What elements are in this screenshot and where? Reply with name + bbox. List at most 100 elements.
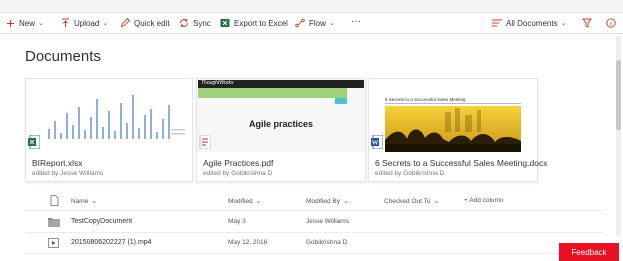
column-header-modified-by[interactable]: Modified By ⌄ — [306, 197, 349, 205]
flow-button[interactable]: Flow ⌄ — [295, 16, 335, 30]
file-tile[interactable]: ThoughtWorks Agile practices Agile Pract… — [196, 78, 366, 182]
column-label: Modified — [228, 198, 253, 205]
table-row[interactable]: 20150806202227 (1).mp4 May 12, 2016 Gobi… — [25, 233, 603, 254]
chart-thumbnail-bar — [102, 127, 104, 139]
chart-thumbnail-bar — [126, 123, 128, 139]
filter-button[interactable] — [582, 16, 596, 30]
slide-brand-bar: ThoughtWorks — [198, 80, 364, 88]
video-file-icon — [48, 238, 59, 250]
feedback-button[interactable]: Feedback — [559, 243, 619, 261]
slide-title: Agile practices — [248, 119, 314, 129]
sync-label: Sync — [193, 18, 211, 28]
column-label: Checked Out To — [384, 198, 431, 205]
folder-icon — [48, 217, 60, 229]
chevron-down-icon: ⌄ — [91, 198, 98, 205]
tile-file-name: 6 Secrets to a Successful Sales Meeting.… — [375, 158, 548, 168]
upload-button[interactable]: Upload ⌄ — [61, 16, 108, 30]
info-icon — [606, 18, 616, 28]
sync-button[interactable]: Sync — [179, 16, 211, 30]
chart-thumbnail-bar — [144, 115, 146, 139]
chevron-down-icon: ⌄ — [38, 20, 44, 27]
column-header-checked-out-to[interactable]: Checked Out To ⌄ — [384, 197, 439, 205]
file-tile[interactable]: 6 Secrets to a Successful Sales Meeting … — [368, 78, 547, 182]
chart-thumbnail-bar — [66, 113, 68, 139]
add-column-button[interactable]: + Add column — [464, 197, 504, 204]
column-header-name[interactable]: Name ⌄ — [71, 197, 97, 205]
file-type-icon[interactable] — [50, 195, 59, 208]
column-header-modified[interactable]: Modified ⌄ — [228, 197, 261, 205]
chart-thumbnail-legend-line — [171, 129, 185, 131]
table-row[interactable]: TestCopyDocument May 3 Jesse Williams — [25, 212, 603, 233]
new-label: New — [19, 18, 36, 28]
meeting-photo — [385, 106, 521, 152]
doc-rule — [385, 103, 521, 104]
chart-thumbnail-bar — [132, 95, 134, 139]
chevron-down-icon: ⌄ — [255, 198, 262, 205]
chart-thumbnail-bar — [54, 121, 56, 139]
chart-thumbnail-bar — [168, 105, 170, 139]
quick-edit-button[interactable]: Quick edit — [120, 16, 170, 30]
flow-label: Flow — [309, 18, 326, 28]
suite-bar — [0, 0, 623, 13]
file-thumbnail: 6 Secrets to a Successful Sales Meeting — [369, 79, 537, 152]
chart-thumbnail-bar — [114, 131, 116, 139]
modified-date: May 3 — [228, 218, 246, 225]
sync-icon — [179, 18, 189, 28]
doc-heading: 6 Secrets to a Successful Sales Meeting — [385, 97, 466, 102]
tile-edited-by: edited by Gobikrishna D — [375, 170, 445, 177]
word-file-icon — [371, 135, 383, 149]
chevron-down-icon: ⌄ — [102, 20, 109, 27]
upload-icon — [61, 18, 70, 28]
modified-date: May 12, 2016 — [228, 239, 268, 246]
chart-thumbnail-legend-line — [171, 133, 185, 135]
file-name[interactable]: 20150806202227 (1).mp4 — [71, 239, 152, 246]
upload-label: Upload — [74, 18, 100, 28]
chart-thumbnail-bar — [72, 125, 74, 139]
export-to-excel-button[interactable]: Export to Excel — [220, 16, 288, 30]
chart-thumbnail-bar — [90, 117, 92, 139]
chart-thumbnail-bar — [96, 99, 98, 139]
file-name[interactable]: TestCopyDocument — [71, 218, 132, 225]
new-button[interactable]: New ⌄ — [6, 16, 44, 30]
excel-icon — [220, 18, 230, 28]
info-button[interactable] — [606, 16, 620, 30]
chevron-down-icon: ⌄ — [560, 20, 567, 27]
more-icon: ··· — [351, 15, 361, 27]
quick-edit-label: Quick edit — [134, 18, 170, 28]
chart-thumbnail-bar — [60, 133, 62, 139]
excel-file-icon — [28, 135, 40, 149]
command-bar: New ⌄ Upload ⌄ Quick edit Sync Export to… — [0, 13, 623, 34]
modified-by: Gobikrishna D — [306, 239, 348, 246]
view-selector[interactable]: All Documents ⌄ — [492, 16, 566, 30]
tile-file-name: BIReport.xlsx — [32, 158, 83, 168]
column-label: Modified By — [306, 198, 340, 205]
file-thumbnail: ThoughtWorks Agile practices — [197, 79, 365, 152]
export-label: Export to Excel — [234, 18, 288, 28]
tile-file-name: Agile Practices.pdf — [203, 158, 274, 168]
flow-icon — [295, 18, 305, 28]
slide-brand-text: ThoughtWorks — [201, 80, 234, 86]
chart-thumbnail-bar — [120, 103, 122, 139]
page-title: Documents — [25, 48, 101, 65]
more-button[interactable]: ··· — [351, 14, 361, 28]
file-thumbnail — [26, 79, 192, 152]
view-label: All Documents — [506, 18, 558, 28]
pencil-icon — [120, 18, 130, 28]
plus-icon — [6, 19, 15, 28]
chart-thumbnail-bar — [108, 111, 110, 139]
tile-edited-by: edited by Gobikrishna D — [203, 170, 273, 177]
chart-thumbnail-bar — [150, 109, 152, 139]
modified-by: Jesse Williams — [306, 218, 349, 225]
chevron-down-icon: ⌄ — [342, 198, 349, 205]
chevron-down-icon: ⌄ — [433, 198, 440, 205]
slide-green-band — [198, 88, 347, 98]
file-tile[interactable]: BIReport.xlsx edited by Jesse Williams — [25, 78, 193, 182]
chart-thumbnail-bar — [48, 129, 50, 139]
chart-thumbnail — [48, 95, 185, 139]
chart-thumbnail-bar — [156, 132, 158, 139]
pdf-file-icon — [199, 135, 211, 149]
list-header: Name ⌄ Modified ⌄ Modified By ⌄ Checked Out… — [25, 194, 603, 211]
scrollbar-thumb[interactable] — [616, 60, 621, 130]
chart-thumbnail-bar — [138, 128, 140, 139]
slide-teal-block — [335, 98, 347, 104]
